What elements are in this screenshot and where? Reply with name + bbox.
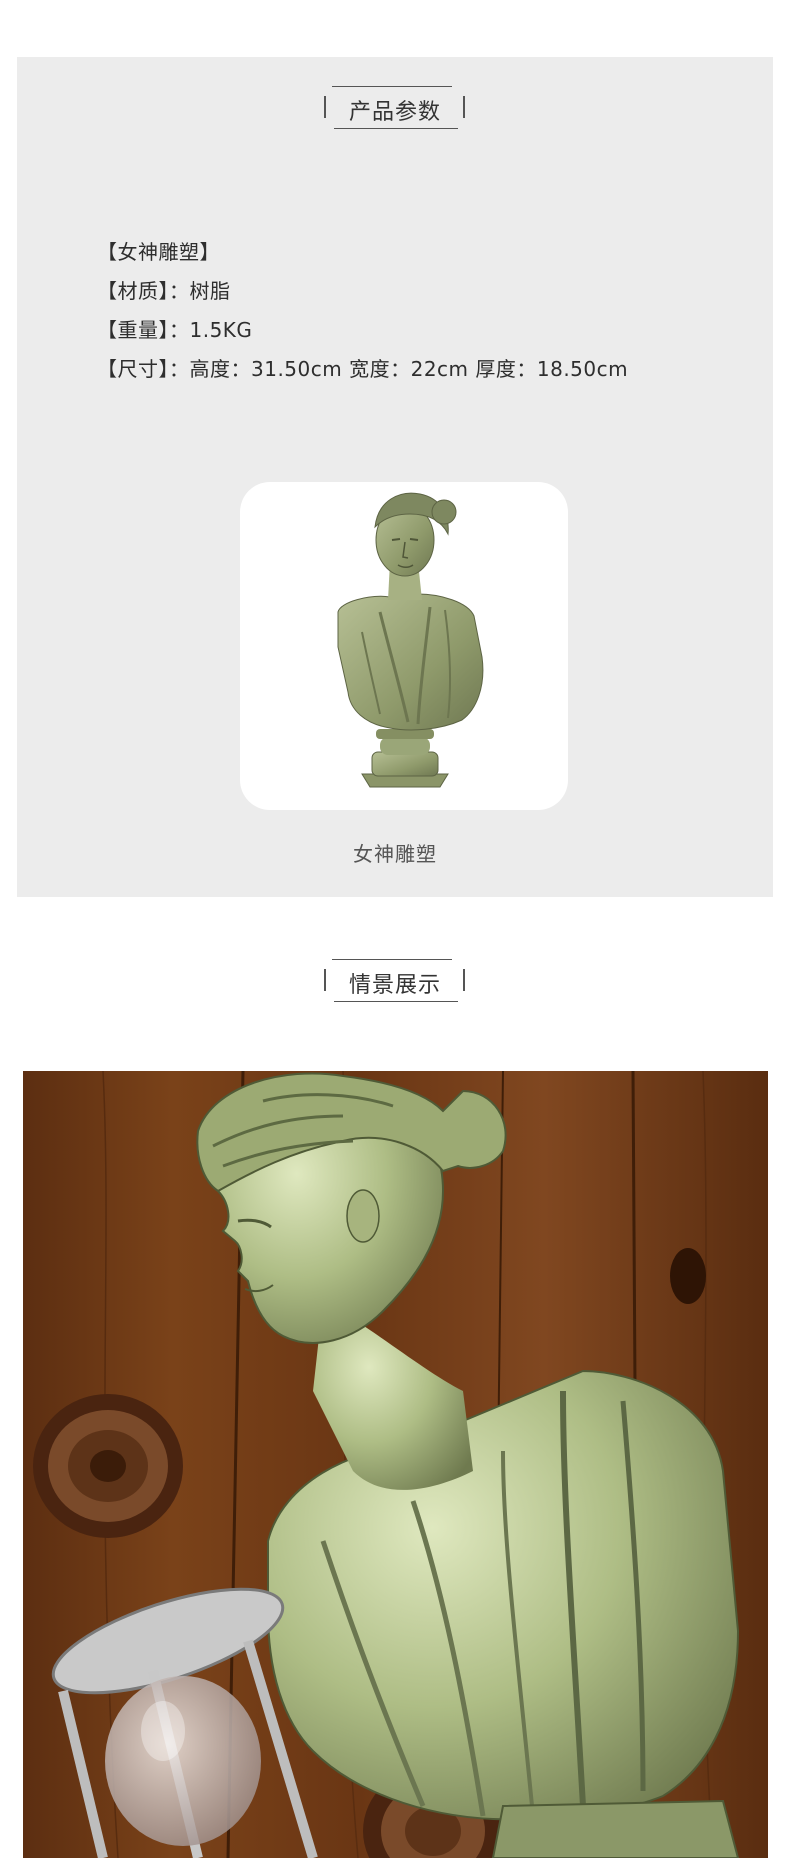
spec-material: 【材质】：树脂 (97, 279, 231, 303)
heading-bar-left (324, 969, 326, 991)
pine-cone-left (33, 1394, 183, 1538)
heading-line-top (332, 959, 452, 961)
scene-heading-title: 情景展示 (348, 973, 441, 998)
heading-line-top (332, 86, 452, 88)
scene-heading: 情景展示 (0, 957, 790, 1003)
heading-line-bottom (334, 128, 458, 130)
params-heading: 产品参数 (0, 84, 790, 130)
product-thumbnail-card[interactable] (240, 482, 568, 810)
spec-name: 【女神雕塑】 (97, 240, 220, 264)
spec-list: 【女神雕塑】 【材质】：树脂 【重量】：1.5KG 【尺寸】：高度：31.50c… (97, 237, 717, 393)
heading-bar-right (463, 96, 465, 118)
heading-bar-left (324, 96, 326, 118)
spec-size: 【尺寸】：高度：31.50cm 宽度：22cm 厚度：18.50cm (97, 357, 629, 381)
heading-line-bottom (334, 1001, 458, 1003)
params-heading-title: 产品参数 (348, 100, 441, 125)
product-caption: 女神雕塑 (353, 842, 437, 866)
spec-weight: 【重量】：1.5KG (97, 318, 253, 342)
scene-bust-on-wood-image (23, 1071, 768, 1858)
bust-sculpture-image (337, 492, 484, 788)
scene-photo[interactable] (23, 1071, 768, 1858)
heading-bar-right (463, 969, 465, 991)
